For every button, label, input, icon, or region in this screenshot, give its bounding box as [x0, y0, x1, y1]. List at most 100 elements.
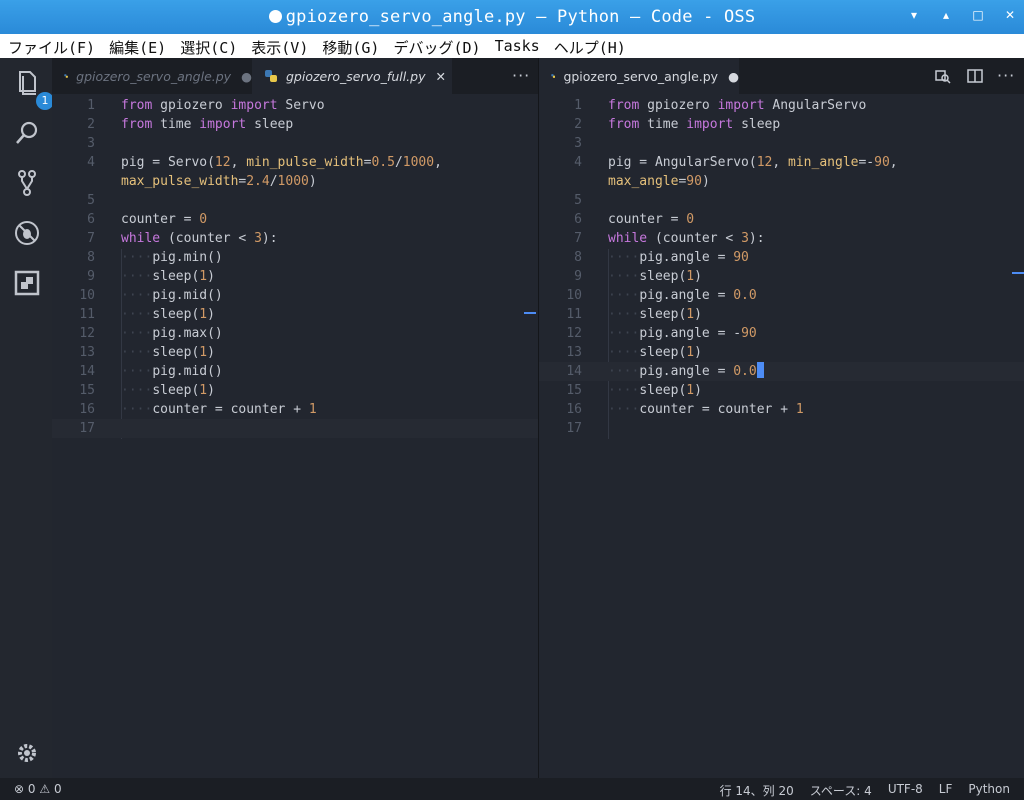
scrollbar-marker	[1012, 272, 1024, 274]
code-line[interactable]: 7 while (counter < 3):	[539, 229, 1024, 248]
code-line[interactable]: 3	[52, 134, 538, 153]
code-line[interactable]: 2 from time import sleep	[52, 115, 538, 134]
tab-servo-angle[interactable]: gpiozero_servo_angle.py ●	[52, 58, 252, 94]
line-number: 14	[566, 364, 582, 379]
tab-servo-full[interactable]: gpiozero_servo_full.py ✕	[252, 58, 452, 94]
code-line[interactable]: 1 from gpiozero import Servo	[52, 96, 538, 115]
code-line[interactable]: 15 ····sleep(1)	[52, 381, 538, 400]
window-title: gpiozero_servo_angle.py — Python — Code …	[0, 7, 1024, 27]
close-button[interactable]: ✕	[1004, 8, 1016, 22]
indentation[interactable]: スペース: 4	[810, 782, 872, 799]
more-actions-icon[interactable]: ···	[512, 66, 530, 85]
line-number: 16	[566, 402, 582, 417]
menu-debug[interactable]: デバッグ(D)	[385, 34, 486, 58]
code-text: ····pig.angle = 90	[608, 250, 749, 265]
minimize-button[interactable]: ▾	[908, 8, 920, 22]
code-text: ····sleep(1)	[608, 345, 702, 360]
code-line[interactable]: 12 ····pig.max()	[52, 324, 538, 343]
line-number: 17	[79, 421, 95, 436]
code-line[interactable]: 10 ····pig.angle = 0.0	[539, 286, 1024, 305]
code-line[interactable]: 5	[52, 191, 538, 210]
code-line[interactable]: 14 ····pig.mid()	[52, 362, 538, 381]
restore-button[interactable]: ▴	[940, 8, 952, 22]
code-line[interactable]: 7 while (counter < 3):	[52, 229, 538, 248]
code-line[interactable]: 10 ····pig.mid()	[52, 286, 538, 305]
search-icon[interactable]	[12, 118, 42, 148]
maximize-button[interactable]: □	[972, 8, 984, 22]
line-number: 9	[87, 269, 95, 284]
code-line[interactable]: 16 ····counter = counter + 1	[539, 400, 1024, 419]
code-line[interactable]: max_angle=90)	[539, 172, 1024, 191]
code-text: ····pig.mid()	[121, 364, 223, 379]
line-number: 12	[79, 326, 95, 341]
code-line[interactable]: 4 pig = Servo(12, min_pulse_width=0.5/100…	[52, 153, 538, 172]
extensions-icon[interactable]	[12, 268, 42, 298]
code-line[interactable]: 9 ····sleep(1)	[52, 267, 538, 286]
line-number: 6	[574, 212, 582, 227]
code-line[interactable]: 3	[539, 134, 1024, 153]
open-changes-icon[interactable]	[935, 68, 951, 88]
line-number: 1	[574, 98, 582, 113]
code-line[interactable]: 4 pig = AngularServo(12, min_angle=-90,	[539, 153, 1024, 172]
code-line[interactable]: 14 ····pig.angle = 0.0	[539, 362, 1024, 381]
line-number: 16	[79, 402, 95, 417]
menu-help[interactable]: ヘルプ(H)	[546, 34, 632, 58]
code-line[interactable]: 6 counter = 0	[52, 210, 538, 229]
code-text: ····sleep(1)	[121, 345, 215, 360]
settings-gear-icon[interactable]	[12, 738, 42, 768]
code-text: pig = Servo(12, min_pulse_width=0.5/1000…	[121, 155, 442, 170]
debug-icon[interactable]	[12, 218, 42, 248]
menu-edit[interactable]: 編集(E)	[101, 34, 172, 58]
code-line[interactable]: max_pulse_width=2.4/1000)	[52, 172, 538, 191]
code-line[interactable]: 15 ····sleep(1)	[539, 381, 1024, 400]
code-text: ····pig.min()	[121, 250, 223, 265]
split-editor-icon[interactable]	[967, 68, 983, 88]
code-line[interactable]: 9 ····sleep(1)	[539, 267, 1024, 286]
code-line[interactable]: 2 from time import sleep	[539, 115, 1024, 134]
code-line[interactable]: 12 ····pig.angle = -90	[539, 324, 1024, 343]
language-mode[interactable]: Python	[968, 782, 1010, 799]
code-line[interactable]: 13 ····sleep(1)	[539, 343, 1024, 362]
code-text: from time import sleep	[121, 117, 294, 132]
cursor-position[interactable]: 行 14、列 20	[720, 782, 794, 799]
menu-selection[interactable]: 選択(C)	[172, 34, 243, 58]
code-line[interactable]: 11 ····sleep(1)	[52, 305, 538, 324]
explorer-icon[interactable]: 1	[12, 68, 54, 110]
menu-tasks[interactable]: Tasks	[487, 34, 546, 58]
line-number: 8	[87, 250, 95, 265]
code-text: ····counter = counter + 1	[608, 402, 804, 417]
code-line[interactable]: 17	[52, 419, 538, 438]
code-text: pig = AngularServo(12, min_angle=-90,	[608, 155, 898, 170]
code-line[interactable]: 11 ····sleep(1)	[539, 305, 1024, 324]
code-line[interactable]: 1 from gpiozero import AngularServo	[539, 96, 1024, 115]
code-text: while (counter < 3):	[121, 231, 278, 246]
source-control-icon[interactable]	[12, 168, 42, 198]
scrollbar-marker	[524, 312, 536, 314]
title-bar: gpiozero_servo_angle.py — Python — Code …	[0, 0, 1024, 34]
line-number: 11	[566, 307, 582, 322]
menu-view[interactable]: 表示(V)	[243, 34, 314, 58]
code-line[interactable]: 17	[539, 419, 1024, 438]
line-number: 12	[566, 326, 582, 341]
code-line[interactable]: 16 ····counter = counter + 1	[52, 400, 538, 419]
line-ending[interactable]: LF	[939, 782, 953, 799]
code-text: ····sleep(1)	[608, 307, 702, 322]
close-tab-icon[interactable]: ✕	[436, 69, 446, 84]
tab-servo-angle-right[interactable]: gpiozero_servo_angle.py ●	[539, 58, 739, 94]
menu-go[interactable]: 移動(G)	[314, 34, 385, 58]
line-number: 5	[87, 193, 95, 208]
more-actions-icon[interactable]: ···	[997, 66, 1015, 85]
code-text: from gpiozero import AngularServo	[608, 98, 867, 113]
code-line[interactable]: 5	[539, 191, 1024, 210]
code-text: from gpiozero import Servo	[121, 98, 325, 113]
line-number: 6	[87, 212, 95, 227]
code-text: from time import sleep	[608, 117, 781, 132]
code-line[interactable]: 6 counter = 0	[539, 210, 1024, 229]
code-line[interactable]: 8 ····pig.min()	[52, 248, 538, 267]
code-line[interactable]: 8 ····pig.angle = 90	[539, 248, 1024, 267]
problems-indicator[interactable]: ⊗ 0 ⚠ 0	[14, 782, 62, 796]
code-line[interactable]: 13 ····sleep(1)	[52, 343, 538, 362]
menu-file[interactable]: ファイル(F)	[0, 34, 101, 58]
line-number: 1	[87, 98, 95, 113]
encoding[interactable]: UTF-8	[888, 782, 923, 799]
